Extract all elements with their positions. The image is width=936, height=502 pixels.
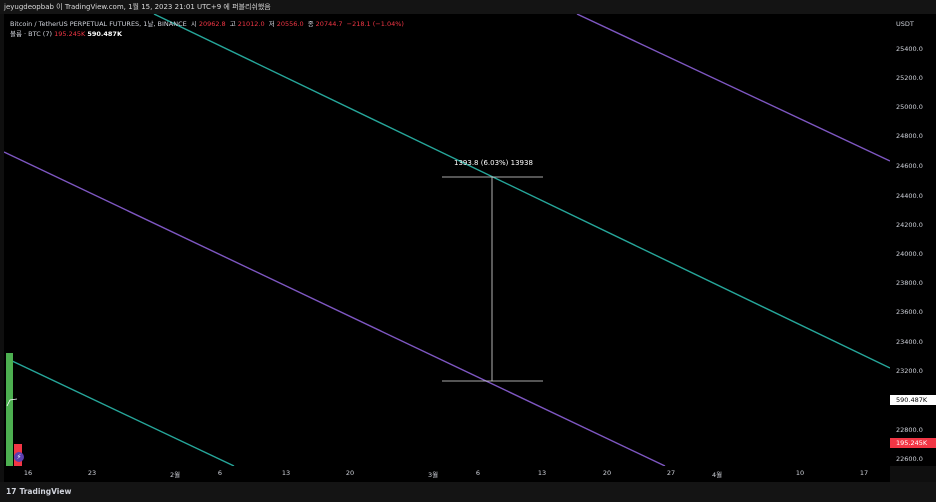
publisher-bar: jeyugdeopbab 이 TradingView.com, 1월 15, 2… [0, 0, 936, 14]
price-tick: 24400.0 [896, 192, 923, 200]
price-tick: 24200.0 [896, 221, 923, 229]
price-tick: 22600.0 [896, 455, 923, 463]
close-value: 20744.7 [315, 20, 343, 28]
high-value: 21012.0 [237, 20, 265, 28]
time-tick: 16 [23, 469, 33, 477]
measure-label: 1393.8 (6.03%) 13938 [454, 159, 533, 167]
publisher-title: jeyugdeopbab 이 TradingView.com, 1월 15, 2… [4, 3, 271, 11]
open-label: 시 [190, 20, 197, 28]
change-value: −218.1 (−1.04%) [346, 20, 404, 28]
price-tick: 22800.0 [896, 426, 923, 434]
channel-line-purple-lower[interactable] [4, 151, 666, 466]
footer-bar: 𝟭𝟳 TradingView [0, 482, 936, 502]
low-label: 저 [268, 20, 275, 28]
price-tick: 23600.0 [896, 308, 923, 316]
time-tick: 20 [345, 469, 355, 477]
open-value: 20962.8 [198, 20, 226, 28]
time-tick: 20 [602, 469, 612, 477]
time-tick: 6 [217, 469, 223, 477]
price-tick: 24600.0 [896, 162, 923, 170]
gear-icon[interactable]: ⚡ [14, 452, 24, 462]
channel-line-teal-upper[interactable] [153, 14, 890, 369]
footer-brand: TradingView [19, 487, 72, 496]
price-tick: 23400.0 [896, 338, 923, 346]
volume-value: 590.487K [87, 30, 122, 38]
channel-line-purple-upper[interactable] [576, 14, 890, 162]
symbol-name[interactable]: Bitcoin / TetherUS PERPETUAL FUTURES, 1날… [10, 20, 187, 28]
chart-pane[interactable]: 1393.8 (6.03%) 13938 Bitcoin / TetherUS … [4, 14, 890, 466]
tv-logo-icon: 𝟭𝟳 [6, 487, 17, 496]
volume-ma-value: 195.245K [54, 30, 86, 38]
price-tick: 23800.0 [896, 279, 923, 287]
time-tick: 6 [475, 469, 481, 477]
time-tick: 13 [537, 469, 547, 477]
price-tick: 23200.0 [896, 367, 923, 375]
low-value: 20556.0 [276, 20, 304, 28]
close-label: 종 [307, 20, 314, 28]
symbol-legend[interactable]: Bitcoin / TetherUS PERPETUAL FUTURES, 1날… [10, 18, 406, 28]
volume-legend[interactable]: 볼륨 · BTC (7) 195.245K 590.487K [10, 28, 122, 38]
volume-label[interactable]: 볼륨 · BTC (7) [10, 30, 52, 38]
tradingview-logo[interactable]: 𝟭𝟳 TradingView [6, 487, 71, 496]
time-tick: 13 [281, 469, 291, 477]
high-label: 고 [229, 20, 236, 28]
time-tick-month: 4월 [711, 471, 723, 479]
channel-line-teal-lower[interactable] [9, 359, 235, 466]
price-tick: 24000.0 [896, 250, 923, 258]
time-tick: 27 [666, 469, 676, 477]
time-tick: 17 [859, 469, 869, 477]
price-tick: 25400.0 [896, 45, 923, 53]
volume-bar-up [6, 353, 13, 466]
time-tick-month: 3월 [427, 471, 439, 479]
price-axis-currency: USDT [896, 20, 914, 28]
price-tick: 25000.0 [896, 103, 923, 111]
price-axis[interactable]: USDT 25400.0 25200.0 25000.0 24800.0 246… [890, 14, 936, 466]
time-tick: 23 [87, 469, 97, 477]
volume-price-tag: 590.487K [890, 395, 936, 405]
price-tick: 25200.0 [896, 74, 923, 82]
time-tick: 10 [795, 469, 805, 477]
volume-ma-price-tag: 195.245K [890, 438, 936, 448]
price-tick: 24800.0 [896, 132, 923, 140]
time-axis[interactable]: 16 23 2월 6 13 20 3월 6 13 20 27 4월 10 17 [4, 466, 890, 482]
chart-canvas [4, 14, 890, 466]
time-tick-month: 2월 [169, 471, 181, 479]
